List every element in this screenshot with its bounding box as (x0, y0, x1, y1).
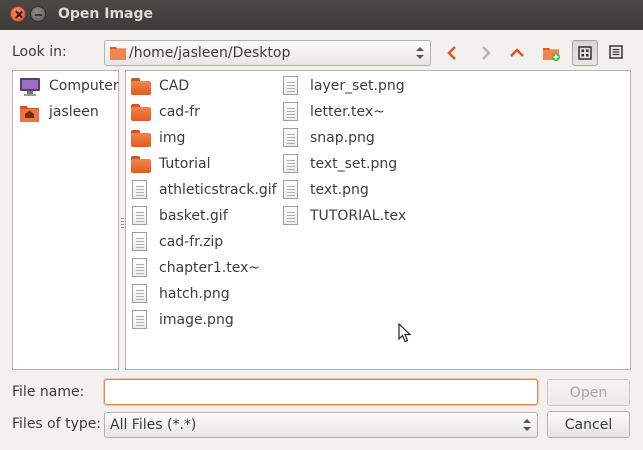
file-name: basket.gif (159, 208, 228, 224)
combo-arrows-icon (523, 418, 531, 432)
file-name: text.png (310, 182, 369, 198)
close-icon[interactable] (10, 6, 26, 22)
file-icon (283, 76, 298, 95)
back-button[interactable] (440, 40, 466, 66)
window-title: Open Image (58, 6, 154, 22)
file-view: CAD cad-fr img Tutorial athleticstrack.g… (125, 70, 631, 370)
new-folder-button[interactable] (538, 40, 564, 66)
place-jasleen[interactable]: jasleen (17, 101, 117, 125)
files-of-type-combo[interactable]: All Files (*.*) (104, 412, 538, 438)
list-view-icon (609, 45, 623, 59)
combo-arrows-icon (416, 46, 424, 60)
cancel-button[interactable]: Cancel (547, 411, 630, 438)
file-name: layer_set.png (310, 78, 405, 94)
file-icon (283, 206, 298, 225)
icon-view-button[interactable] (572, 40, 598, 66)
file-name: Tutorial (159, 156, 211, 172)
pane-resize-grip[interactable] (121, 218, 124, 228)
open-button[interactable]: Open (547, 379, 630, 406)
folder-icon (131, 78, 151, 95)
icon-view-icon (578, 46, 592, 60)
up-button[interactable] (504, 40, 530, 66)
file-name: image.png (159, 312, 234, 328)
file-icon (283, 128, 298, 147)
forward-icon (482, 46, 491, 60)
file-name: letter.tex~ (310, 104, 385, 120)
file-name: hatch.png (159, 286, 230, 302)
home-folder-icon (19, 103, 41, 123)
file-icon (132, 258, 147, 277)
files-of-type-label: Files of type: (12, 416, 102, 432)
file-icon (283, 154, 298, 173)
file-name: chapter1.tex~ (159, 260, 261, 276)
new-folder-icon (543, 48, 560, 61)
file-icon (283, 180, 298, 199)
file-name-input[interactable] (104, 379, 538, 405)
file-icon (283, 102, 298, 121)
file-name: TUTORIAL.tex (310, 208, 407, 224)
folder-icon (131, 104, 151, 121)
place-label: Computer (49, 78, 119, 94)
file-name: cad-fr (159, 104, 200, 120)
file-name: text_set.png (310, 156, 398, 172)
place-computer[interactable]: Computer (17, 75, 119, 99)
file-icon (132, 180, 147, 199)
computer-icon (19, 77, 41, 97)
file-name-label: File name: (12, 384, 85, 400)
file-name: img (159, 130, 186, 146)
back-icon (447, 46, 456, 60)
file-name: snap.png (310, 130, 375, 146)
places-sidebar: Computer jasleen (12, 70, 119, 370)
file-icon (132, 206, 147, 225)
list-view-button[interactable] (604, 40, 630, 66)
file-name: athleticstrack.gif (159, 182, 277, 198)
file-icon (132, 310, 147, 329)
files-of-type-value: All Files (*.*) (110, 417, 197, 433)
file-icon (132, 284, 147, 303)
file-name: cad-fr.zip (159, 234, 224, 250)
folder-icon (131, 130, 151, 147)
folder-icon (131, 156, 151, 173)
look-in-label: Look in: (12, 44, 67, 60)
place-label: jasleen (49, 104, 99, 120)
minimize-icon[interactable] (30, 6, 46, 22)
file-icon (132, 232, 147, 251)
look-in-combo[interactable]: /home/jasleen/Desktop (104, 40, 431, 66)
forward-button[interactable] (472, 40, 498, 66)
file-name: CAD (159, 78, 190, 94)
title-bar: Open Image (0, 0, 643, 30)
mouse-cursor-icon (398, 322, 412, 347)
look-in-path: /home/jasleen/Desktop (129, 45, 291, 61)
up-icon (510, 48, 524, 57)
folder-icon (110, 45, 126, 60)
